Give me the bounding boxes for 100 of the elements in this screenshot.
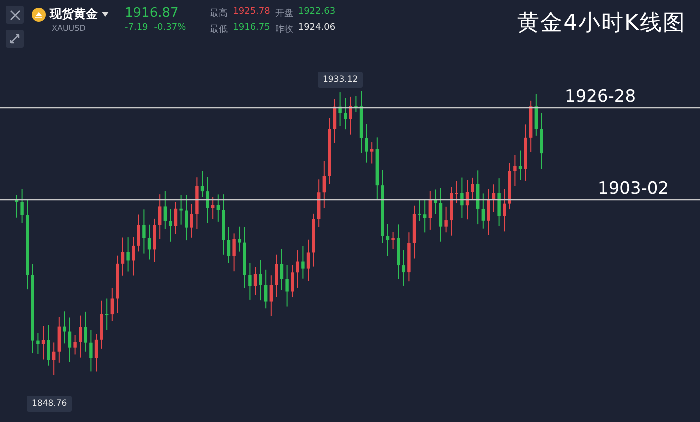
instrument-name: 现货黄金 xyxy=(50,6,98,23)
candlestick xyxy=(540,112,544,170)
candlestick xyxy=(110,288,114,322)
candlestick xyxy=(227,226,231,264)
shrink-icon xyxy=(10,34,20,44)
candlestick xyxy=(498,178,501,227)
stat-label: 开盘 xyxy=(275,8,294,20)
candlestick xyxy=(530,100,533,154)
price-level-label: 1926-28 xyxy=(565,87,636,107)
candlestick xyxy=(216,194,220,222)
candlestick xyxy=(200,170,204,198)
candlestick xyxy=(466,180,470,220)
candlestick xyxy=(514,154,517,187)
candlestick xyxy=(306,239,310,282)
candlestick xyxy=(190,204,194,238)
candlestick xyxy=(428,190,432,230)
stat-value: 1924.06 xyxy=(298,23,336,35)
percent-change: -0.37% xyxy=(154,23,186,33)
candlestick xyxy=(434,189,438,215)
candlestick xyxy=(100,300,104,350)
low-price-label: 1848.76 xyxy=(27,396,72,412)
candlestick xyxy=(84,311,88,352)
candlestick xyxy=(106,298,109,331)
candlestick xyxy=(243,226,246,289)
candlestick xyxy=(206,176,210,224)
candlestick xyxy=(52,342,56,376)
candlestick xyxy=(408,232,411,282)
candlestick xyxy=(312,213,316,268)
chart-title: 黄金4小时K线图 xyxy=(518,10,686,38)
coin-icon xyxy=(32,8,46,22)
candlestick xyxy=(68,317,72,363)
candlestick xyxy=(328,118,332,185)
price-change: -7.19 xyxy=(125,23,148,33)
candlestick xyxy=(248,262,252,300)
candlestick xyxy=(275,254,278,298)
candlestick xyxy=(296,250,300,288)
stat-label: 最高 xyxy=(210,8,228,20)
candlestick xyxy=(238,226,242,252)
candlestick xyxy=(412,205,416,260)
candlestick xyxy=(79,315,82,358)
candlestick xyxy=(174,202,178,235)
candlestick xyxy=(534,94,538,136)
stat-value: 1925.78 xyxy=(233,7,270,19)
candlestick xyxy=(47,324,50,366)
candlestick xyxy=(148,224,152,260)
candlestick xyxy=(508,162,512,210)
current-price: 1916.87 xyxy=(125,6,180,21)
close-button[interactable] xyxy=(6,6,24,24)
candlestick xyxy=(349,96,352,136)
stat-value: 1922.63 xyxy=(298,7,336,19)
candlestick xyxy=(116,255,120,314)
candlestick xyxy=(402,250,406,286)
candlestick xyxy=(455,180,458,204)
candlestick xyxy=(36,332,40,355)
candlestick xyxy=(344,98,348,130)
stat-value: 1916.75 xyxy=(233,23,270,35)
candlestick xyxy=(74,334,77,356)
candlestick xyxy=(322,160,326,209)
candlestick xyxy=(164,190,167,230)
candlestick xyxy=(360,90,364,154)
candlestick xyxy=(142,209,146,254)
candlestick xyxy=(20,188,24,224)
candlestick xyxy=(450,186,454,236)
dropdown-caret-icon[interactable] xyxy=(102,12,109,17)
stat-label: 昨收 xyxy=(275,24,294,36)
candlestick xyxy=(424,199,427,234)
stat-label: 最低 xyxy=(210,24,228,36)
candlestick xyxy=(58,316,61,364)
candlestick xyxy=(376,137,379,201)
candlestick xyxy=(524,124,528,182)
candlestick xyxy=(264,269,268,310)
high-price-label: 1933.12 xyxy=(318,72,364,88)
candlestick xyxy=(270,275,273,317)
candlestick xyxy=(259,260,262,302)
candlestick xyxy=(132,236,136,276)
candlestick xyxy=(460,177,464,219)
candlestick xyxy=(444,206,448,234)
candlestick xyxy=(476,170,480,226)
candlestick xyxy=(90,330,93,372)
candlestick xyxy=(63,311,66,344)
candlestick xyxy=(126,237,130,272)
close-icon xyxy=(10,10,20,20)
candlestick xyxy=(503,188,506,232)
candlestick xyxy=(158,194,162,240)
candlestick xyxy=(471,177,474,201)
candlestick xyxy=(397,224,400,280)
candlestick xyxy=(365,124,368,164)
candlestick xyxy=(302,246,305,280)
candlestick xyxy=(482,193,485,230)
candlestick xyxy=(212,196,215,220)
candlestick xyxy=(518,150,522,181)
candlestick xyxy=(280,248,284,291)
candlestick xyxy=(418,198,422,222)
candlestick xyxy=(354,96,358,113)
candlestick xyxy=(42,326,46,360)
shrink-button[interactable] xyxy=(6,30,24,48)
candlestick xyxy=(333,98,337,144)
candlestick xyxy=(318,179,321,228)
candlestick xyxy=(386,224,390,256)
candlestick xyxy=(338,92,342,127)
